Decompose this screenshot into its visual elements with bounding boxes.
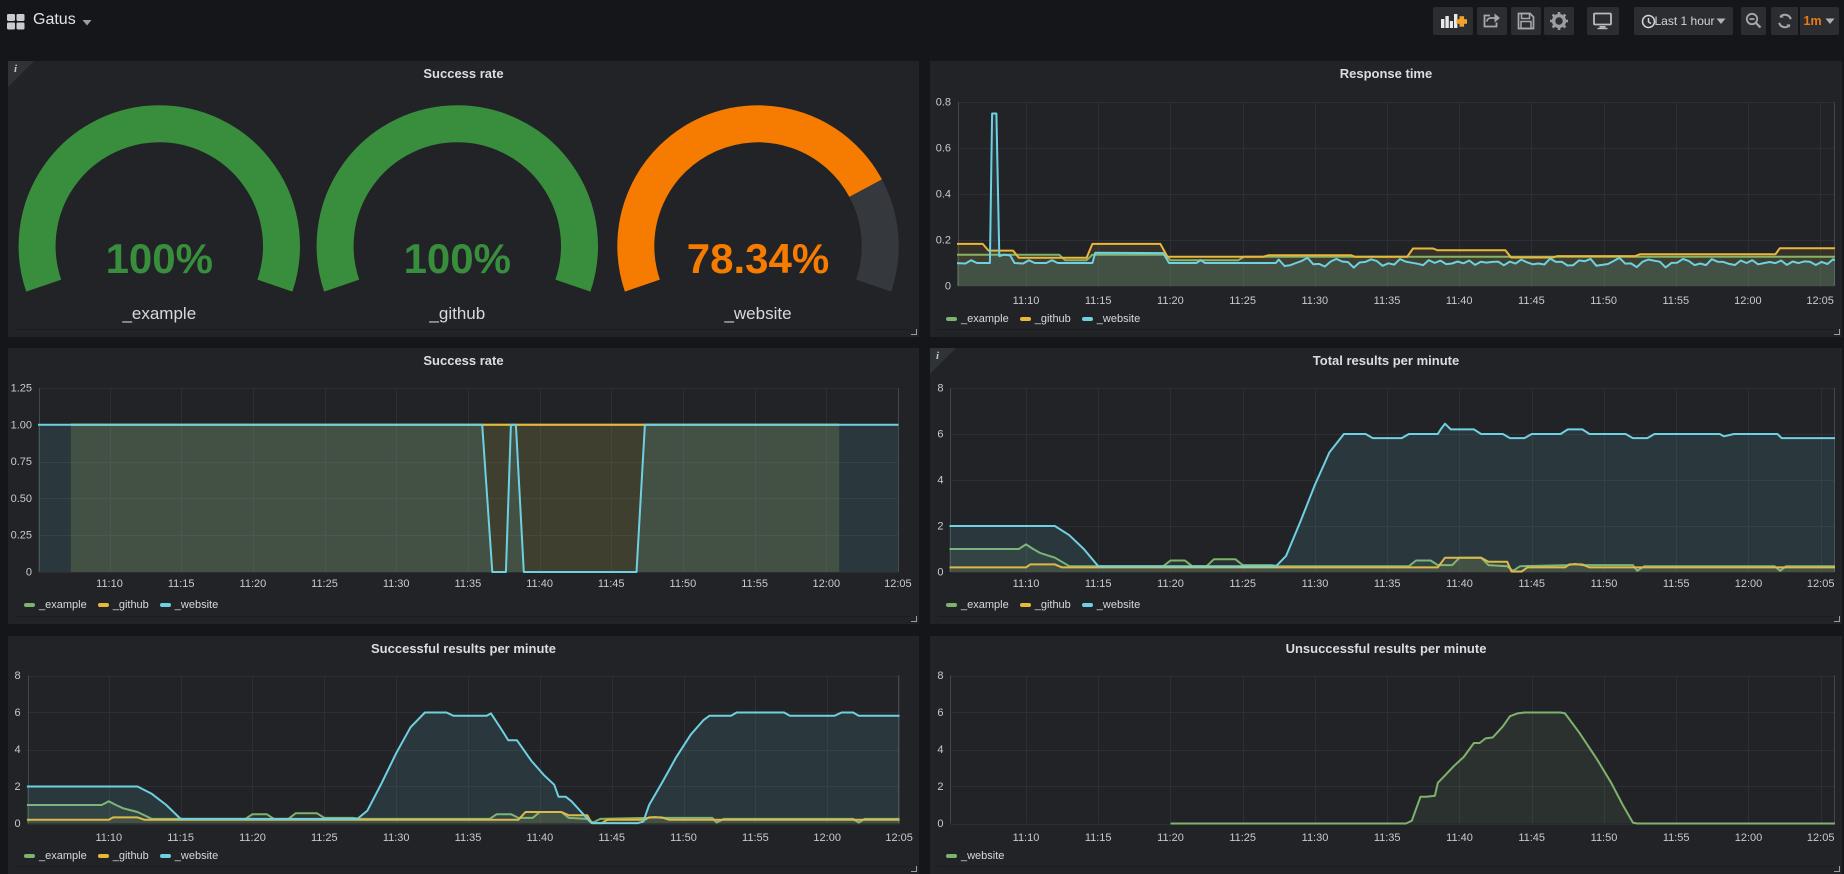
svg-text:12:00: 12:00 [813, 832, 841, 844]
svg-text:2: 2 [937, 781, 943, 793]
svg-text:_github: _github [428, 304, 485, 323]
svg-text:0.2: 0.2 [936, 235, 951, 247]
svg-text:0: 0 [14, 818, 20, 830]
svg-text:6: 6 [937, 429, 943, 441]
svg-text:0: 0 [937, 567, 943, 579]
svg-text:11:15: 11:15 [1085, 295, 1112, 307]
svg-text:100%: 100% [106, 235, 213, 282]
svg-text:8: 8 [937, 383, 943, 395]
svg-text:11:25: 11:25 [311, 578, 338, 590]
svg-text:1.25: 1.25 [11, 383, 32, 395]
svg-text:11:35: 11:35 [1374, 832, 1401, 844]
svg-text:11:40: 11:40 [1446, 295, 1473, 307]
svg-text:11:10: 11:10 [96, 578, 123, 590]
svg-text:11:15: 11:15 [168, 578, 195, 590]
svg-text:_website: _website [723, 304, 791, 323]
svg-text:1.00: 1.00 [11, 419, 32, 431]
svg-text:11:35: 11:35 [455, 578, 482, 590]
svg-text:11:25: 11:25 [311, 832, 338, 844]
svg-text:12:00: 12:00 [1735, 578, 1763, 590]
svg-text:4: 4 [937, 744, 943, 756]
svg-text:11:40: 11:40 [527, 832, 554, 844]
svg-text:11:55: 11:55 [1663, 832, 1690, 844]
svg-text:4: 4 [937, 475, 943, 487]
svg-text:11:50: 11:50 [1591, 832, 1618, 844]
svg-text:11:50: 11:50 [1591, 578, 1618, 590]
svg-text:11:20: 11:20 [1157, 578, 1184, 590]
svg-text:11:20: 11:20 [239, 832, 266, 844]
svg-text:11:35: 11:35 [1374, 578, 1401, 590]
svg-text:11:15: 11:15 [1085, 832, 1112, 844]
svg-text:0: 0 [26, 567, 32, 579]
svg-text:12:05: 12:05 [1806, 295, 1834, 307]
svg-text:11:35: 11:35 [1374, 295, 1401, 307]
svg-text:12:00: 12:00 [1734, 295, 1762, 307]
svg-text:11:45: 11:45 [1518, 295, 1545, 307]
svg-text:11:30: 11:30 [383, 578, 410, 590]
svg-text:12:05: 12:05 [1807, 578, 1835, 590]
svg-text:11:40: 11:40 [526, 578, 553, 590]
svg-text:12:00: 12:00 [813, 578, 841, 590]
svg-text:11:25: 11:25 [1229, 295, 1256, 307]
svg-text:12:05: 12:05 [1807, 832, 1835, 844]
svg-text:78.34%: 78.34% [687, 235, 829, 282]
svg-text:11:30: 11:30 [1301, 295, 1328, 307]
svg-text:11:15: 11:15 [1085, 578, 1112, 590]
svg-text:0.25: 0.25 [11, 530, 32, 542]
svg-text:11:25: 11:25 [1229, 832, 1256, 844]
svg-text:11:50: 11:50 [670, 578, 697, 590]
svg-text:12:00: 12:00 [1735, 832, 1763, 844]
svg-text:0.8: 0.8 [936, 97, 951, 109]
svg-text:11:50: 11:50 [670, 832, 697, 844]
svg-text:11:15: 11:15 [167, 832, 194, 844]
svg-text:11:45: 11:45 [598, 578, 625, 590]
svg-text:11:55: 11:55 [741, 578, 768, 590]
svg-text:0.4: 0.4 [936, 189, 951, 201]
svg-text:11:10: 11:10 [1013, 295, 1040, 307]
svg-text:11:55: 11:55 [1662, 295, 1689, 307]
svg-text:11:10: 11:10 [95, 832, 122, 844]
svg-text:11:45: 11:45 [1518, 578, 1545, 590]
svg-text:0: 0 [945, 281, 951, 293]
svg-text:11:35: 11:35 [455, 832, 482, 844]
svg-text:_example: _example [121, 304, 196, 323]
svg-text:11:20: 11:20 [1157, 295, 1184, 307]
svg-text:2: 2 [937, 521, 943, 533]
svg-text:12:05: 12:05 [885, 832, 913, 844]
svg-text:11:50: 11:50 [1590, 295, 1617, 307]
svg-text:11:20: 11:20 [1157, 832, 1184, 844]
svg-text:11:10: 11:10 [1013, 832, 1040, 844]
svg-text:100%: 100% [404, 235, 511, 282]
svg-text:11:55: 11:55 [1663, 578, 1690, 590]
svg-text:11:40: 11:40 [1446, 832, 1473, 844]
svg-text:11:40: 11:40 [1446, 578, 1473, 590]
svg-text:11:30: 11:30 [1302, 832, 1329, 844]
svg-text:12:05: 12:05 [884, 578, 912, 590]
svg-text:8: 8 [14, 670, 20, 682]
svg-text:11:45: 11:45 [1518, 832, 1545, 844]
svg-text:0.75: 0.75 [11, 456, 32, 468]
svg-text:0.50: 0.50 [11, 493, 32, 505]
svg-text:0.6: 0.6 [936, 143, 951, 155]
svg-text:4: 4 [14, 744, 20, 756]
svg-text:0: 0 [937, 818, 943, 830]
svg-text:8: 8 [937, 670, 943, 682]
svg-text:11:55: 11:55 [742, 832, 769, 844]
svg-text:11:25: 11:25 [1229, 578, 1256, 590]
svg-text:11:10: 11:10 [1013, 578, 1040, 590]
svg-text:11:30: 11:30 [1302, 578, 1329, 590]
svg-text:11:45: 11:45 [598, 832, 625, 844]
svg-text:11:20: 11:20 [240, 578, 267, 590]
svg-text:6: 6 [14, 707, 20, 719]
svg-text:6: 6 [937, 707, 943, 719]
svg-text:2: 2 [14, 781, 20, 793]
svg-text:11:30: 11:30 [383, 832, 410, 844]
